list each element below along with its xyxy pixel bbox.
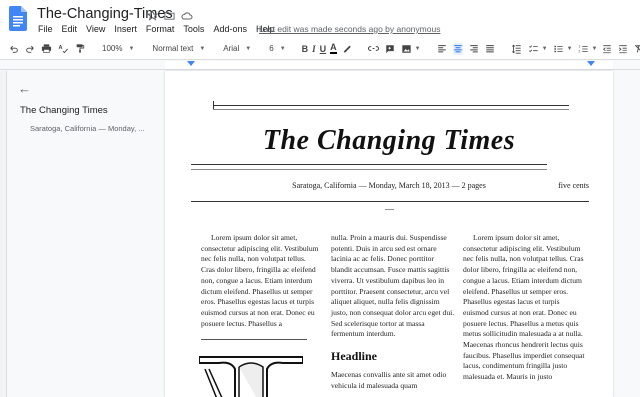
svg-text:2: 2 xyxy=(578,49,580,53)
menu-bar: File Edit View Insert Format Tools Add-o… xyxy=(38,24,283,34)
align-center-icon[interactable] xyxy=(452,42,463,55)
insert-image-icon[interactable] xyxy=(401,43,412,55)
font-value: Arial xyxy=(223,44,240,53)
document-page[interactable]: The Changing Times Saratoga, California … xyxy=(165,71,613,397)
chevron-down-icon: ▼ xyxy=(245,45,252,52)
toolbar: A 100% ▼ Normal text ▼ Arial ▼ 6 ▼ B I U… xyxy=(0,38,640,60)
increase-indent-icon[interactable] xyxy=(618,43,628,55)
highlight-icon[interactable] xyxy=(342,43,352,55)
docs-logo-icon[interactable] xyxy=(9,6,27,31)
top-rule-thin xyxy=(213,109,569,110)
bold-icon[interactable]: B xyxy=(302,44,309,54)
vertical-ruler[interactable] xyxy=(0,71,7,397)
checklist-icon[interactable] xyxy=(528,43,539,55)
menu-insert[interactable]: Insert xyxy=(114,24,142,34)
menu-edit[interactable]: Edit xyxy=(62,24,83,34)
top-rule xyxy=(213,105,569,106)
clear-formatting-icon[interactable] xyxy=(634,43,640,55)
svg-text:A: A xyxy=(58,45,62,51)
star-icon[interactable] xyxy=(146,9,159,22)
font-size-value: 6 xyxy=(269,44,274,53)
decorative-letter-image[interactable] xyxy=(199,349,303,397)
zoom-dropdown[interactable]: 100% ▼ xyxy=(102,44,134,53)
move-folder-icon[interactable] xyxy=(163,9,176,22)
svg-text:1: 1 xyxy=(578,44,580,48)
article-column-3: Lorem ipsum dolor sit amet, consectetur … xyxy=(463,233,585,382)
chevron-down-icon[interactable]: ▼ xyxy=(567,46,573,52)
headline: Headline xyxy=(331,349,378,363)
cursor-mark xyxy=(213,101,214,109)
horizontal-ruler[interactable] xyxy=(0,60,640,70)
line-spacing-icon[interactable] xyxy=(511,43,522,55)
masthead-rule xyxy=(191,164,547,165)
masthead: The Changing Times xyxy=(262,125,516,156)
article-column-2-continued: Maecenas convallis ante sit amet odio ve… xyxy=(331,370,447,390)
back-arrow-icon[interactable]: ← xyxy=(18,81,31,96)
masthead-rule-thin xyxy=(191,169,547,170)
print-icon[interactable] xyxy=(41,43,52,55)
ruler-paper-area xyxy=(165,61,613,69)
decrease-indent-icon[interactable] xyxy=(602,43,612,55)
style-dropdown[interactable]: Normal text ▼ xyxy=(152,44,205,53)
menu-addons[interactable]: Add-ons xyxy=(213,24,252,34)
italic-icon[interactable]: I xyxy=(312,44,316,54)
chevron-down-icon[interactable]: ▼ xyxy=(542,46,548,52)
style-value: Normal text xyxy=(152,44,194,53)
last-edit-link[interactable]: Last edit was made seconds ago by anonym… xyxy=(259,24,440,34)
outline-item-heading[interactable]: The Changing Times xyxy=(20,105,108,116)
chevron-down-icon[interactable]: ▼ xyxy=(592,46,598,52)
menu-view[interactable]: View xyxy=(86,24,110,34)
menu-tools[interactable]: Tools xyxy=(183,24,209,34)
menu-file[interactable]: File xyxy=(38,24,58,34)
align-justify-icon[interactable] xyxy=(485,43,495,55)
undo-icon[interactable] xyxy=(9,43,19,55)
spellcheck-icon[interactable]: A xyxy=(58,43,69,55)
left-indent-marker[interactable] xyxy=(187,61,195,66)
app-header: The-Changing-Times File Edit View Insert… xyxy=(0,0,640,38)
redo-icon[interactable] xyxy=(25,43,35,55)
article-column-2: nulla. Proin a mauris dui. Suspendisse p… xyxy=(331,233,455,339)
link-icon[interactable] xyxy=(367,43,379,55)
menu-format[interactable]: Format xyxy=(146,24,180,34)
align-left-icon[interactable] xyxy=(437,43,447,55)
outline-item-subheading[interactable]: Saratoga, California — Monday, ... xyxy=(30,124,145,133)
article-column-1: Lorem ipsum dolor sit amet, consectetur … xyxy=(201,233,319,328)
title-actions xyxy=(146,9,193,22)
dateline-rule xyxy=(191,201,589,202)
section-dash: — xyxy=(385,204,394,214)
document-outline: ← The Changing Times Saratoga, Californi… xyxy=(8,71,158,397)
bulleted-list-icon[interactable] xyxy=(553,43,564,55)
paint-format-icon[interactable] xyxy=(75,43,85,55)
numbered-list-icon[interactable]: 12 xyxy=(578,43,589,55)
right-indent-marker[interactable] xyxy=(587,61,595,66)
dateline: Saratoga, California — Monday, March 18,… xyxy=(292,181,486,190)
column-divider-rule xyxy=(201,339,307,340)
cloud-status-icon[interactable] xyxy=(180,9,193,22)
underline-icon[interactable]: U xyxy=(320,44,327,54)
chevron-down-icon: ▼ xyxy=(128,45,135,52)
chevron-down-icon: ▼ xyxy=(199,45,206,52)
comment-icon[interactable] xyxy=(385,43,395,55)
font-dropdown[interactable]: Arial ▼ xyxy=(223,44,251,53)
font-size-dropdown[interactable]: 6 ▼ xyxy=(269,44,285,53)
align-right-icon[interactable] xyxy=(469,43,479,55)
price-label: five cents xyxy=(558,181,589,190)
chevron-down-icon: ▼ xyxy=(279,45,286,52)
chevron-down-icon[interactable]: ▼ xyxy=(415,46,421,52)
zoom-value: 100% xyxy=(102,44,123,53)
text-color-icon[interactable]: A xyxy=(330,43,337,54)
